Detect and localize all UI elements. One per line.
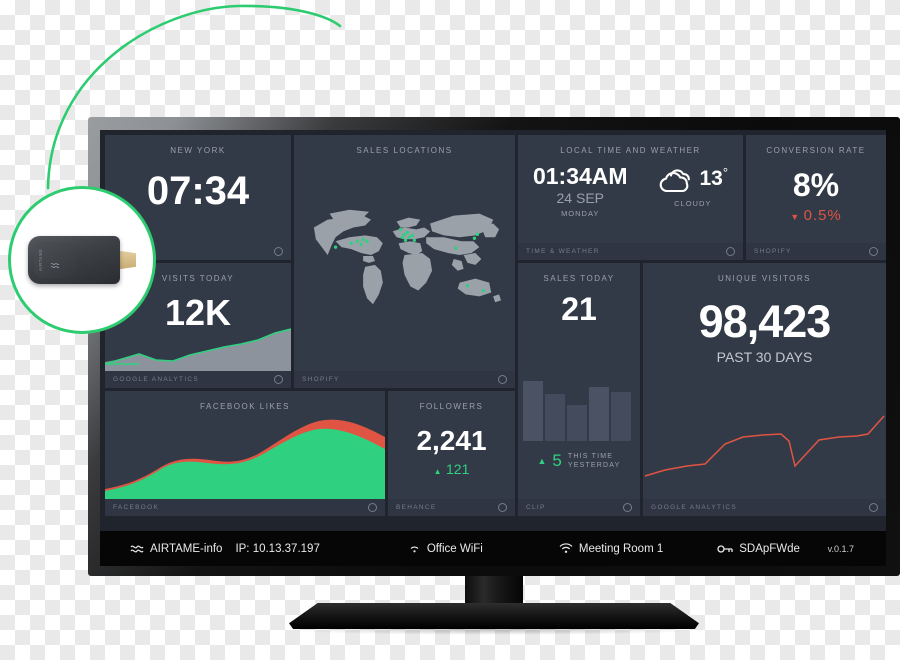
dongle-wave-mark [50,256,60,269]
panel-title: UNIQUE VISITORS [717,274,812,283]
panel-footer: BEHANCE [388,499,515,516]
gear-icon[interactable] [869,247,878,256]
panel-conversion-rate[interactable]: CONVERSION RATE 8% ▼ 0.5% SHOPIFY [746,135,886,260]
panel-source-label: GOOGLE ANALYTICS [651,504,738,511]
sales-today-comparison: ▲ 5 THIS TIME YESTERDAY [518,451,640,471]
gear-icon[interactable] [368,503,377,512]
panel-unique-visitors[interactable]: UNIQUE VISITORS 98,423 PAST 30 DAYS GOOG… [643,263,886,516]
cloud-icon [660,169,691,193]
weather-condition: CLOUDY [674,199,712,208]
scene: NEW YORK 07:34 VISITS TODAY 12K GOOGLE A… [0,0,900,660]
panel-footer: GOOGLE ANALYTICS [643,499,886,516]
sales-today-value: 21 [561,291,597,327]
status-network[interactable]: Office WiFi [408,543,483,555]
degree-symbol: ° [722,165,729,180]
gear-icon[interactable] [498,503,507,512]
gear-icon[interactable] [623,503,632,512]
panel-source-label: CLIP [526,504,546,511]
comparison-marker: ▲ [537,456,547,466]
signal-weak-icon [410,546,419,553]
weather-temperature: 13 [699,167,723,190]
panel-sales-locations[interactable]: SALES LOCATIONS SHOPIFY [294,135,515,388]
panel-followers[interactable]: FOLLOWERS 2,241 ▲ 121 BEHANCE [388,391,515,516]
weather-weekday: MONDAY [561,209,600,219]
panel-source-label: GOOGLE ANALYTICS [113,376,200,383]
panel-title: FOLLOWERS [419,402,484,411]
sales-today-bar-chart [523,381,631,441]
dongle-logo: AIRTAME [38,248,43,272]
panel-title: SALES LOCATIONS [356,146,453,155]
key-icon [717,544,733,553]
followers-value: 2,241 [416,425,487,456]
panel-source-label: SHOPIFY [754,248,792,255]
panel-footer: TIME & WEATHER [518,243,743,260]
clock-value: 07:34 [146,169,250,213]
unique-visitors-subtitle: PAST 30 DAYS [716,349,813,365]
gear-icon[interactable] [726,247,735,256]
visits-sparkline-chart [105,328,291,371]
device-name-label: AIRTAME-info [150,542,223,555]
panel-footer: SHOPIFY [294,371,515,388]
conversion-delta-marker: ▼ [790,212,800,222]
panel-facebook-likes[interactable]: FACEBOOK LIKES FACEBOOK [105,391,385,516]
facebook-likes-area-chart [105,419,385,499]
unique-visitors-value: 98,423 [698,296,832,347]
wave-icon [50,262,60,269]
panel-footer: FACEBOOK [105,499,385,516]
panel-time-and-weather[interactable]: LOCAL TIME AND WEATHER 01:34AM 24 SEP MO… [518,135,743,260]
followers-delta: 121 [446,461,470,477]
room-label: Meeting Room 1 [578,542,664,555]
status-device[interactable]: AIRTAME-info [130,543,222,555]
world-map [313,209,502,305]
gear-icon[interactable] [274,375,283,384]
status-ip: IP: 10.13.37.197 [235,543,319,555]
status-room[interactable]: Meeting Room 1 [559,543,663,555]
passcode-label: SDApFWde [739,542,800,555]
panel-source-label: FACEBOOK [113,504,160,511]
tv-screen: NEW YORK 07:34 VISITS TODAY 12K GOOGLE A… [100,130,886,531]
panel-sales-today[interactable]: SALES TODAY 21 ▲ 5 THIS TIME YESTERDAY C… [518,263,640,516]
television: NEW YORK 07:34 VISITS TODAY 12K GOOGLE A… [88,117,900,635]
wifi-icon [559,543,573,553]
airtame-dongle: AIRTAME [28,236,136,284]
conversion-value: 8% [792,167,840,203]
gear-icon[interactable] [274,247,283,256]
panel-footer: CLIP [518,499,640,516]
comparison-label-line1: THIS TIME [567,452,614,460]
unique-visitors-line-chart [644,415,885,477]
weather-local-time: 01:34AM [532,163,628,189]
comparison-label: THIS TIME YESTERDAY [568,452,621,471]
conversion-delta: 0.5% [803,207,842,224]
panel-footer: GOOGLE ANALYTICS [105,371,291,388]
tv-stand-shadow [284,625,704,635]
panel-title: LOCAL TIME AND WEATHER [560,146,701,155]
ip-label: IP: 10.13.37.197 [235,542,320,555]
panel-title: CONVERSION RATE [766,146,866,155]
panel-title: FACEBOOK LIKES [200,402,290,411]
network-label: Office WiFi [426,542,483,555]
comparison-label-line2: YESTERDAY [567,462,621,469]
followers-delta-marker: ▲ [433,467,442,476]
status-bar: AIRTAME-info IP: 10.13.37.197 Office WiF… [100,531,886,566]
dashboard: NEW YORK 07:34 VISITS TODAY 12K GOOGLE A… [100,130,886,531]
status-passcode[interactable]: SDApFWde [717,543,800,555]
version-label: v.0.1.7 [827,543,854,554]
panel-footer: SHOPIFY [746,243,886,260]
weather-date: 24 SEP [556,190,604,207]
comparison-value: 5 [552,451,562,470]
device-callout: AIRTAME [8,186,156,334]
gear-icon[interactable] [498,375,507,384]
panel-title: NEW YORK [170,146,226,155]
wave-icon [130,545,144,553]
gear-icon[interactable] [869,503,878,512]
panel-source-label: SHOPIFY [302,376,340,383]
panel-source-label: BEHANCE [396,504,437,511]
panel-title: SALES TODAY [543,274,615,283]
panel-source-label: TIME & WEATHER [526,248,600,255]
